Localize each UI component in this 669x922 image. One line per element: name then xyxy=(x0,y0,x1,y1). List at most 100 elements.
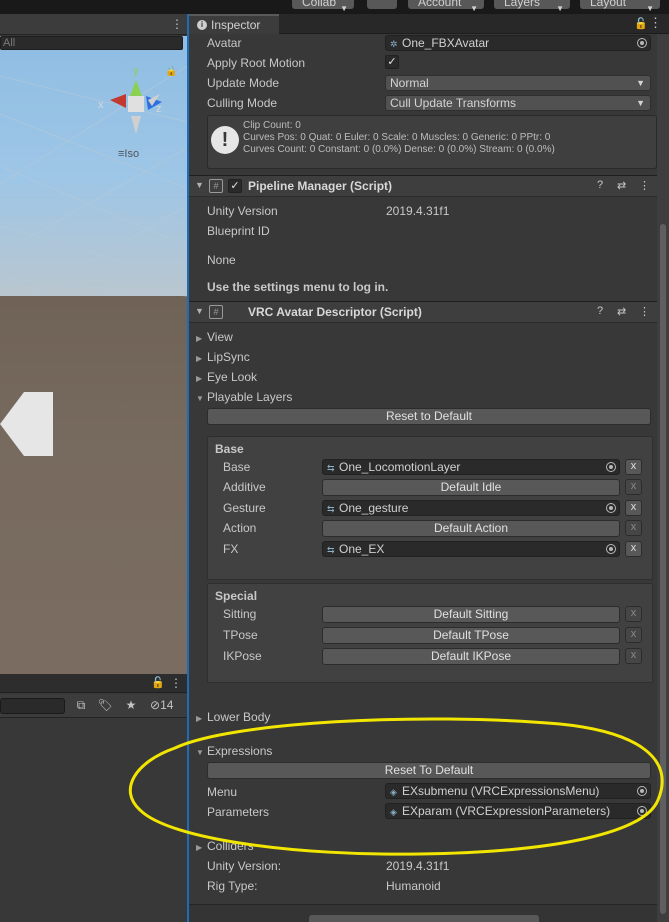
expressions-reset-button[interactable]: Reset To Default xyxy=(207,762,651,779)
collab-button[interactable]: Collab ▼ xyxy=(292,0,354,13)
gizmo-y-label: y xyxy=(133,66,139,77)
scene-object[interactable] xyxy=(0,392,53,456)
layer-label: Action xyxy=(223,521,257,535)
layout-button[interactable]: Layout ▼ xyxy=(580,0,660,13)
unity-version-label: Unity Version xyxy=(207,204,278,218)
update-mode-dropdown[interactable]: Normal ▼ xyxy=(385,75,651,91)
reset-to-default-button[interactable]: Reset to Default xyxy=(207,408,651,425)
filter-by-label-icon[interactable]: 🏷 xyxy=(96,697,114,713)
more-icon[interactable]: ⋮ xyxy=(171,17,183,31)
menu-label: Menu xyxy=(207,785,238,799)
warning-icon: ! xyxy=(211,126,239,154)
object-picker-icon[interactable] xyxy=(606,544,616,554)
foldout-closed-icon: ▶ xyxy=(196,714,203,723)
more-icon[interactable]: ⋮ xyxy=(639,179,650,192)
foldout-eye-look[interactable]: ▶ Eye Look xyxy=(196,370,257,384)
expressions-parameters-field[interactable]: ◈ EXparam (VRCExpressionParameters) xyxy=(385,803,651,819)
foldout-expressions[interactable]: ▼ Expressions xyxy=(196,744,272,758)
expressions-menu-field[interactable]: ◈ EXsubmenu (VRCExpressionsMenu) xyxy=(385,783,651,799)
more-icon[interactable]: ⋮ xyxy=(639,305,650,318)
avatar-descriptor-header[interactable]: ▼ # VRC Avatar Descriptor (Script) ? ⇄ ⋮ xyxy=(189,301,657,323)
lock-icon[interactable]: 🔓 xyxy=(151,676,165,689)
avatar-label: Avatar xyxy=(207,36,242,50)
gesture-layer-field[interactable]: ⇆ One_gesture xyxy=(322,500,620,516)
sitting-layer-button[interactable]: Default Sitting xyxy=(322,606,620,623)
lock-icon[interactable]: 🔓 xyxy=(634,17,648,30)
foldout-playable-layers-label: Playable Layers xyxy=(207,390,293,404)
ikpose-layer-button[interactable]: Default IKPose xyxy=(322,648,620,665)
object-picker-icon[interactable] xyxy=(606,462,616,472)
filter-by-type-icon[interactable]: ⧉ xyxy=(72,697,90,713)
more-icon[interactable]: ⋮ xyxy=(170,676,182,690)
clear-layer-button[interactable]: x xyxy=(625,541,642,557)
object-picker-icon[interactable] xyxy=(637,786,647,796)
preset-icon[interactable]: ⇄ xyxy=(617,179,626,192)
chevron-down-icon: ▼ xyxy=(636,98,645,108)
scene-search-input[interactable]: All xyxy=(0,36,183,50)
base-layer-field[interactable]: ⇆ One_LocomotionLayer xyxy=(322,459,620,475)
component-enabled-checkbox[interactable]: ✓ xyxy=(228,179,242,193)
lock-icon[interactable]: 🔒 xyxy=(165,66,177,77)
avatar-field[interactable]: ✲ One_FBXAvatar xyxy=(385,35,651,51)
projection-label: Iso xyxy=(124,148,140,160)
object-picker-icon[interactable] xyxy=(606,503,616,513)
culling-mode-dropdown[interactable]: Cull Update Transforms ▼ xyxy=(385,95,651,111)
projection-toggle[interactable]: ≡Iso xyxy=(118,148,139,160)
project-panel-toolbar: ⧉ 🏷 ★ ⊘14 xyxy=(0,694,187,718)
culling-mode-value: Cull Update Transforms xyxy=(390,96,517,110)
object-picker-icon[interactable] xyxy=(637,38,647,48)
foldout-view[interactable]: ▶ View xyxy=(196,330,233,344)
orientation-gizmo-icon[interactable]: y x z xyxy=(96,66,176,146)
inspector-scrollbar-thumb[interactable] xyxy=(660,224,666,914)
add-component-button[interactable] xyxy=(309,915,539,922)
foldout-closed-icon: ▶ xyxy=(196,354,203,363)
animator-info-box: ! Clip Count: 0 Curves Pos: 0 Quat: 0 Eu… xyxy=(207,115,657,169)
project-search-input[interactable] xyxy=(0,698,65,714)
project-panel: 🔓 ⋮ ⧉ 🏷 ★ ⊘14 xyxy=(0,674,187,922)
apply-root-motion-checkbox[interactable]: ✓ xyxy=(385,55,399,69)
foldout-view-label: View xyxy=(207,330,233,344)
help-icon[interactable]: ? xyxy=(597,179,603,191)
tab-inspector[interactable]: i Inspector xyxy=(189,14,279,34)
fx-layer-field[interactable]: ⇆ One_EX xyxy=(322,541,620,557)
clear-layer-button[interactable]: x xyxy=(625,500,642,516)
foldout-colliders[interactable]: ▶ Colliders xyxy=(196,839,254,853)
foldout-open-icon[interactable]: ▼ xyxy=(195,180,204,190)
rig-type-value: Humanoid xyxy=(386,879,441,893)
info-icon: i xyxy=(197,20,207,30)
foldout-lipsync[interactable]: ▶ LipSync xyxy=(196,350,250,364)
blueprint-id-label: Blueprint ID xyxy=(207,224,270,238)
foldout-closed-icon: ▶ xyxy=(196,843,203,852)
cloud-button[interactable] xyxy=(367,0,397,9)
clear-layer-button[interactable]: x xyxy=(625,648,642,664)
rig-type-label: Rig Type: xyxy=(207,879,258,893)
pipeline-manager-header[interactable]: ▼ # ✓ Pipeline Manager (Script) ? ⇄ ⋮ xyxy=(189,175,657,197)
preset-icon[interactable]: ⇄ xyxy=(617,305,626,318)
tpose-layer-button[interactable]: Default TPose xyxy=(322,627,620,644)
account-label: Account xyxy=(418,0,462,9)
layers-button[interactable]: Layers ▼ xyxy=(494,0,570,13)
foldout-lower-body[interactable]: ▶ Lower Body xyxy=(196,710,270,724)
layer-label: TPose xyxy=(223,628,258,642)
account-button[interactable]: Account ▼ xyxy=(408,0,484,13)
more-icon[interactable]: ⋮ xyxy=(649,15,662,31)
descriptor-unity-version-label: Unity Version: xyxy=(207,859,282,873)
clear-layer-button[interactable]: x xyxy=(625,520,642,536)
base-group-title: Base xyxy=(215,442,244,456)
object-picker-icon[interactable] xyxy=(637,806,647,816)
clear-layer-button[interactable]: x xyxy=(625,459,642,475)
help-icon[interactable]: ? xyxy=(597,305,603,317)
action-layer-button[interactable]: Default Action xyxy=(322,520,620,537)
clear-layer-button[interactable]: x xyxy=(625,606,642,622)
project-panel-header: 🔓 ⋮ xyxy=(0,674,187,693)
clear-layer-button[interactable]: x xyxy=(625,627,642,643)
foldout-lipsync-label: LipSync xyxy=(207,350,250,364)
foldout-open-icon[interactable]: ▼ xyxy=(195,306,204,316)
hidden-packages-toggle[interactable]: ⊘14 xyxy=(150,698,173,712)
hidden-count: 14 xyxy=(160,698,174,712)
scene-view[interactable]: ⋮ All y x z 🔒 ≡Iso xyxy=(0,14,187,674)
favorites-icon[interactable]: ★ xyxy=(122,697,140,713)
clear-layer-button[interactable]: x xyxy=(625,479,642,495)
foldout-playable-layers[interactable]: ▼ Playable Layers xyxy=(196,390,292,404)
additive-layer-button[interactable]: Default Idle xyxy=(322,479,620,496)
